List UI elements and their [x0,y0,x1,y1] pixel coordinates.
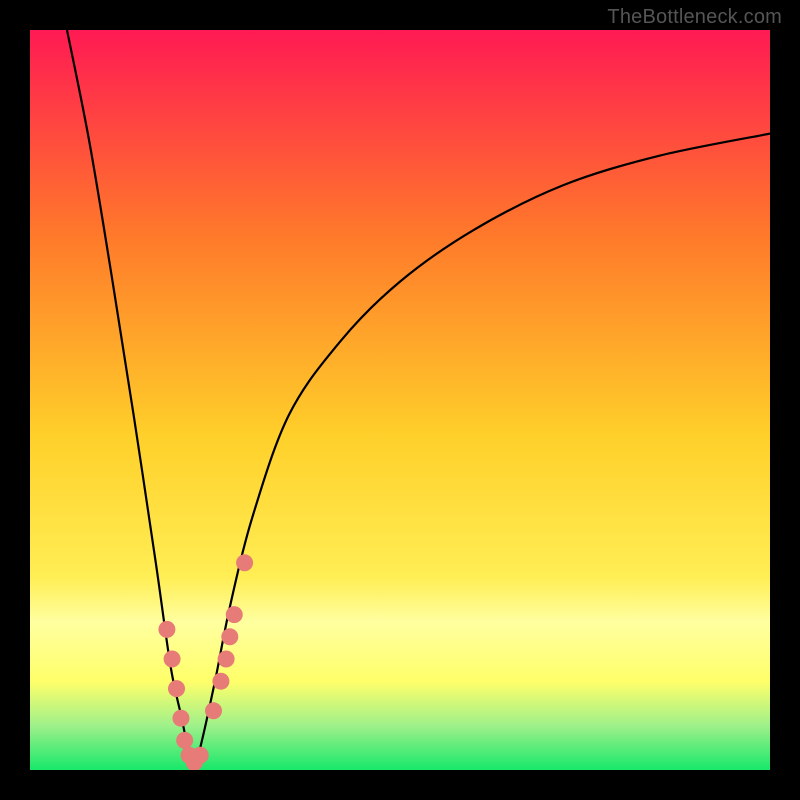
data-point [236,554,253,571]
data-point [172,710,189,727]
watermark-text: TheBottleneck.com [607,6,782,29]
chart-frame: TheBottleneck.com [0,0,800,800]
data-point [205,702,222,719]
data-point [192,747,209,764]
data-point [218,651,235,668]
bottleneck-curve [30,30,770,770]
plot-area [30,30,770,770]
data-point [158,621,175,638]
data-point [164,651,181,668]
data-point [168,680,185,697]
data-point [221,628,238,645]
data-point [226,606,243,623]
data-point [212,673,229,690]
data-point [176,732,193,749]
